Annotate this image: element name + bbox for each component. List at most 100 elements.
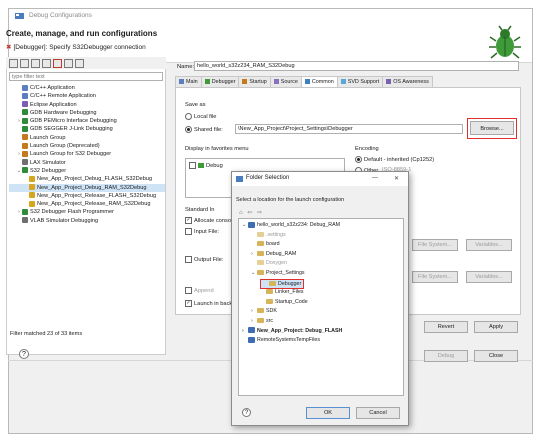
help-icon[interactable]: ?	[19, 349, 29, 359]
folder-tree-item[interactable]: Startup_Code	[260, 298, 308, 306]
delete-icon[interactable]	[53, 59, 62, 68]
home-icon[interactable]: ⌂	[239, 210, 243, 216]
input-file-system-button[interactable]: File System...	[412, 239, 458, 251]
encoding-default-option[interactable]: Default - inherited (Cp1252)	[355, 156, 434, 163]
tab-common[interactable]: Common	[300, 76, 338, 87]
launch-config-item[interactable]: C/C++ Remote Application	[9, 92, 165, 100]
cancel-button[interactable]: Cancel	[356, 407, 400, 419]
dialog-close-button[interactable]: ✕	[394, 175, 399, 182]
browse-button[interactable]: Browse...	[470, 121, 514, 135]
name-field[interactable]: hello_world_s32z234_RAM_S32Debug	[194, 61, 519, 71]
back-icon[interactable]: ⇦	[247, 210, 252, 216]
launch-config-item[interactable]: Launch Group (Deprecated)	[9, 142, 165, 150]
launch-config-item[interactable]: New_App_Project_Debug_FLASH_S32Debug	[9, 175, 165, 183]
favorites-debug-checkbox[interactable]	[189, 162, 196, 169]
launch-config-label: VLAB Simulator Debugging	[30, 217, 99, 224]
ok-button[interactable]: OK	[306, 407, 350, 419]
launch-config-label: C/C++ Application	[30, 85, 75, 91]
tab-main[interactable]: Main	[175, 76, 202, 87]
folder-tree-item[interactable]: ⌄ hello_world_s32z234: Debug_RAM	[242, 221, 340, 229]
tab-label: Main	[186, 79, 198, 85]
folder-dialog-title: Folder Selection	[246, 175, 290, 181]
filter-icon[interactable]	[75, 59, 84, 68]
launch-config-item[interactable]: VLAB Simulator Debugging	[9, 217, 165, 225]
launch-config-item[interactable]: New_App_Project_Release_FLASH_S32Debug	[9, 192, 165, 200]
export-icon[interactable]	[31, 59, 40, 68]
folder-tree-item[interactable]: ⌄ Project_Settings	[251, 269, 305, 277]
tab-source[interactable]: Source	[269, 76, 302, 87]
shared-file-radio[interactable]	[185, 126, 192, 133]
tab-icon	[204, 79, 210, 85]
c-remote-icon	[22, 92, 28, 99]
append-checkbox[interactable]	[185, 287, 192, 294]
input-file-option[interactable]: Input File:	[185, 228, 219, 235]
folder-tree-label: Debugger	[278, 280, 302, 287]
launch-config-item[interactable]: › S32 Debugger Flash Programmer	[9, 208, 165, 216]
favorites-debug-label: Debug	[206, 163, 223, 169]
forward-icon[interactable]: ⇨	[257, 210, 262, 216]
folder-tree-label: New_App_Project: Debug_FLASH	[257, 327, 343, 334]
tab-os-awareness[interactable]: OS Awareness	[382, 76, 433, 87]
config-tabs: Main Debugger Startup Source Common SVD Suppo…	[175, 76, 521, 87]
new-prototype-icon[interactable]	[20, 59, 29, 68]
folder-tree-item[interactable]: Doxygen	[251, 259, 287, 267]
launch-config-item[interactable]: › GDB PEMicro Interface Debugging	[9, 117, 165, 125]
filter-input[interactable]	[9, 72, 163, 81]
encoding-default-radio[interactable]	[355, 156, 362, 163]
output-variables-button[interactable]: Variables...	[466, 271, 512, 283]
gdb-hw-icon	[22, 109, 28, 116]
launch-config-item[interactable]: › Launch Group for S32 Debugger	[9, 150, 165, 158]
tab-startup[interactable]: Startup	[238, 76, 271, 87]
folder-tree-item[interactable]: .settings	[251, 231, 286, 239]
folder-tree-item[interactable]: › Debug_RAM	[251, 250, 296, 258]
debug-button[interactable]: Debug	[424, 350, 468, 362]
folder-tree-item[interactable]: › SDK	[251, 307, 277, 315]
local-file-radio[interactable]	[185, 113, 192, 120]
close-button[interactable]: Close	[474, 350, 518, 362]
apply-button[interactable]: Apply	[474, 321, 518, 333]
launch-background-checkbox[interactable]: ✓	[185, 300, 192, 307]
allocate-console-checkbox[interactable]: ✓	[185, 217, 192, 224]
output-file-option[interactable]: Output File:	[185, 256, 223, 263]
input-file-checkbox[interactable]	[185, 228, 192, 235]
output-file-system-button[interactable]: File System...	[412, 271, 458, 283]
favorites-debug-item[interactable]: Debug	[189, 162, 223, 169]
folder-tree-label: RemoteSystemsTempFiles	[257, 337, 320, 344]
project-icon	[248, 336, 255, 343]
launch-config-item[interactable]: New_App_Project_Release_RAM_S32Debug	[9, 200, 165, 208]
dialog-help-icon[interactable]: ?	[242, 408, 251, 417]
append-option[interactable]: Append	[185, 287, 214, 294]
folder-tree-item[interactable]: › New_App_Project: Debug_FLASH	[242, 327, 342, 335]
folder-tree-label: src	[266, 318, 274, 324]
launch-background-option[interactable]: ✓ Launch in backg	[185, 300, 235, 307]
launch-config-item[interactable]: ⌄ S32 Debugger	[9, 167, 165, 175]
folder-icon	[257, 270, 264, 276]
folder-dialog-icon	[236, 176, 243, 182]
launch-config-item[interactable]: Eclipse Application	[9, 101, 165, 109]
folder-tree-label: Linker_Files	[275, 289, 304, 296]
launch-config-item[interactable]: C/C++ Application	[9, 84, 165, 92]
flash-programmer-icon	[22, 208, 28, 215]
folder-tree-item[interactable]: board	[251, 240, 280, 248]
folder-tree-item[interactable]: RemoteSystemsTempFiles	[242, 336, 320, 344]
launch-config-item[interactable]: GDB Hardware Debugging	[9, 109, 165, 117]
shared-file-path-field[interactable]: \New_App_Project\Project_Settings\Debugg…	[235, 124, 463, 134]
launch-config-item[interactable]: LAX Simulator	[9, 159, 165, 167]
minimize-button[interactable]: —	[372, 175, 378, 181]
new-config-icon[interactable]	[9, 59, 18, 68]
output-file-checkbox[interactable]	[185, 256, 192, 263]
allocate-console-option[interactable]: ✓ Allocate conso	[185, 217, 231, 224]
tab-svd-support[interactable]: SVD Support	[336, 76, 384, 87]
local-file-option[interactable]: Local file	[185, 113, 216, 120]
shared-file-option[interactable]: Shared file:	[185, 126, 223, 133]
tab-debugger[interactable]: Debugger	[200, 76, 240, 87]
input-variables-button[interactable]: Variables...	[466, 239, 512, 251]
folder-tree-item[interactable]: › src	[251, 317, 273, 325]
folder-tree-item[interactable]: Linker_Files	[260, 288, 304, 296]
collapse-all-icon[interactable]	[64, 59, 73, 68]
duplicate-icon[interactable]	[42, 59, 51, 68]
revert-button[interactable]: Revert	[424, 321, 468, 333]
launch-config-item[interactable]: New_App_Project_Debug_RAM_S32Debug	[9, 183, 165, 192]
launch-config-item[interactable]: Launch Group	[9, 134, 165, 142]
launch-config-item[interactable]: GDB SEGGER J-Link Debugging	[9, 125, 165, 133]
